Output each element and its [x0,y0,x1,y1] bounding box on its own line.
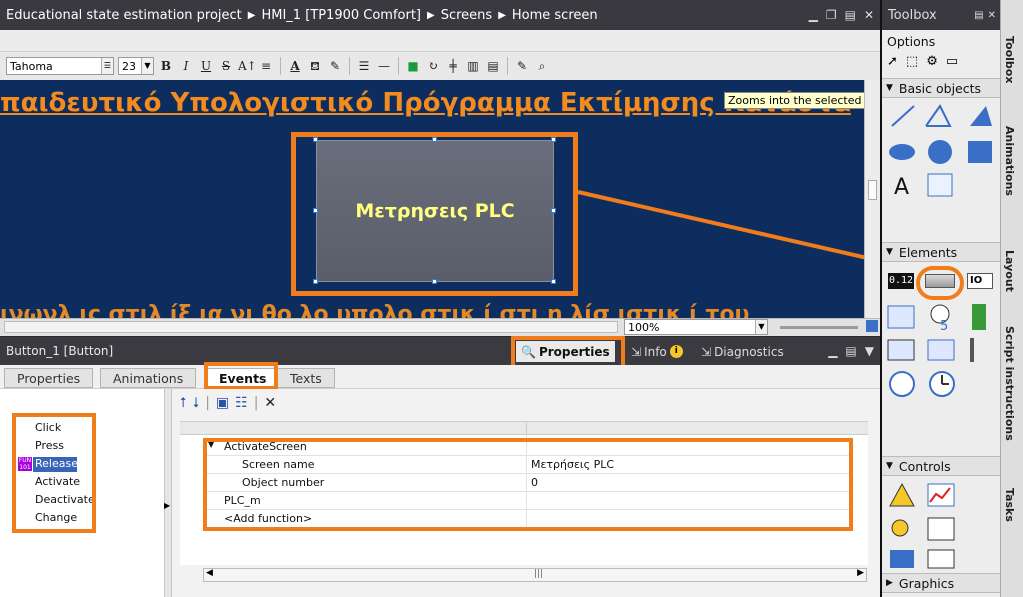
events-list-highlight-frame [12,413,96,533]
info-arrow-icon: ⇲ [631,344,642,359]
chevron-down-icon: ▼ [886,247,893,257]
vtab-script-instructions[interactable]: Script instructions [1003,326,1016,441]
close-icon[interactable]: ✕ [988,10,996,21]
ellipse-icon[interactable] [889,144,915,160]
bar-icon[interactable] [972,304,986,330]
recipe-view-icon[interactable] [927,517,955,541]
chevron-right-icon[interactable]: ▶ [164,501,170,510]
chevron-right-icon: ▶ [886,578,893,588]
tab-info-label: Info [644,344,667,359]
move-up-icon[interactable]: ⭡ [180,395,187,411]
section-graphics[interactable]: ▶ Graphics [882,573,1000,593]
rectangle-icon[interactable] [968,141,992,163]
alarm-view-icon[interactable] [889,482,915,507]
graphic-view-icon[interactable] [927,173,953,197]
canvas-status-bar: 100% ▼ [0,318,880,336]
chevron-down-icon: ▼ [886,83,893,93]
events-highlight-frame [204,362,278,390]
zoom-slider[interactable] [780,326,858,329]
zoom-value: 100% [628,320,660,334]
toolbox-title: Toolbox [888,7,937,23]
user-view-icon[interactable] [891,519,909,537]
zoom-select[interactable]: 100% ▼ [624,319,768,335]
chevron-down-icon: ▼ [886,461,893,471]
trend-view-icon[interactable] [927,483,955,507]
chevron-right-icon[interactable]: ▶ [857,568,864,578]
info-icon: i [669,345,683,358]
chevron-down-icon[interactable]: ▼ [755,320,767,334]
pointer-icon[interactable]: ➚ [887,54,898,69]
section-controls[interactable]: ▼ Controls [882,456,1000,476]
status-force-icon[interactable] [927,549,955,569]
canvas-horizontal-scrollbar[interactable] [4,321,618,333]
chevron-left-icon[interactable]: ◀ [206,568,213,578]
polyline-icon[interactable] [925,104,952,127]
element-highlight-frame [916,266,964,300]
media-player-icon[interactable] [890,550,914,568]
toolbox-header: Toolbox ▤ ✕ [882,0,1000,30]
tab-info[interactable]: ⇲ Info i [626,341,688,362]
grid-horizontal-scrollbar[interactable]: ◀ ||| ▶ [203,568,867,582]
library-icon[interactable]: ⚙ [926,54,938,69]
section-label: Elements [898,244,958,260]
folder-icon[interactable]: ▣ [216,395,229,411]
tab-properties[interactable]: Properties [4,368,94,388]
polygon-icon[interactable] [970,106,992,126]
float-icon[interactable]: ▤ [845,344,856,358]
vtab-toolbox[interactable]: Toolbox [1003,36,1016,83]
section-basic-objects[interactable]: ▼ Basic objects [882,78,1000,98]
date-time-digit: 5 [940,319,948,334]
scroll-grip-icon[interactable]: ||| [534,569,543,579]
move-down-icon[interactable]: ⭣ [193,395,200,411]
chevron-down-icon[interactable]: ▼ [865,344,874,358]
vtab-animations[interactable]: Animations [1003,126,1016,196]
circle-icon[interactable] [928,140,952,164]
section-label: Basic objects [898,80,982,96]
basic-objects-grid: A [889,104,992,200]
delete-icon[interactable]: ✕ [264,395,276,411]
list-icon[interactable]: ☷ [235,395,248,411]
controls-grid [889,482,955,569]
slider-icon[interactable] [970,338,974,362]
text-field-icon[interactable]: A [894,175,909,200]
view-icon[interactable]: ▭ [946,54,958,69]
section-label: Controls [898,458,951,474]
elements-grid: 5 [887,304,986,397]
section-label: Graphics [898,575,955,591]
panel-splitter[interactable]: ▶ [164,389,172,597]
tab-texts[interactable]: Texts [277,368,335,388]
tab-animations[interactable]: Animations [100,368,197,388]
line-icon[interactable] [891,105,915,127]
select-icon[interactable]: ⬚ [906,54,918,69]
io-field-icon[interactable]: 0.12 [888,273,914,289]
zoom-fit-icon[interactable] [866,320,878,332]
pin-icon[interactable]: ▤ [974,10,983,21]
symbolic-io-icon[interactable]: IO [967,273,993,289]
scroll-thumb[interactable] [868,180,877,200]
diagnostics-icon: ⇲ [701,344,712,359]
tab-diagnostics-label: Diagnostics [714,344,784,359]
function-toolbar: ⭡ ⭣ | ▣ ☷ | ✕ [180,395,277,411]
options-label: Options [887,34,936,49]
graphic-io-icon[interactable] [887,305,915,329]
tab-diagnostics[interactable]: ⇲ Diagnostics [696,341,789,362]
gauge-icon[interactable] [889,371,915,397]
options-toolbar: ➚ ⬚ ⚙ ▭ [887,54,958,69]
switch-icon[interactable] [887,339,915,361]
section-elements[interactable]: ▼ Elements [882,242,1000,262]
symbol-library-icon[interactable] [927,339,955,361]
canvas-vertical-scrollbar[interactable] [864,80,880,318]
grid-header [180,421,868,435]
inspector-title: Button_1 [Button] [6,344,114,358]
vtab-layout[interactable]: Layout [1003,250,1016,292]
function-highlight-frame [203,438,853,531]
vtab-tasks[interactable]: Tasks [1003,488,1016,522]
collapse-icon[interactable]: ▁ [828,344,837,358]
